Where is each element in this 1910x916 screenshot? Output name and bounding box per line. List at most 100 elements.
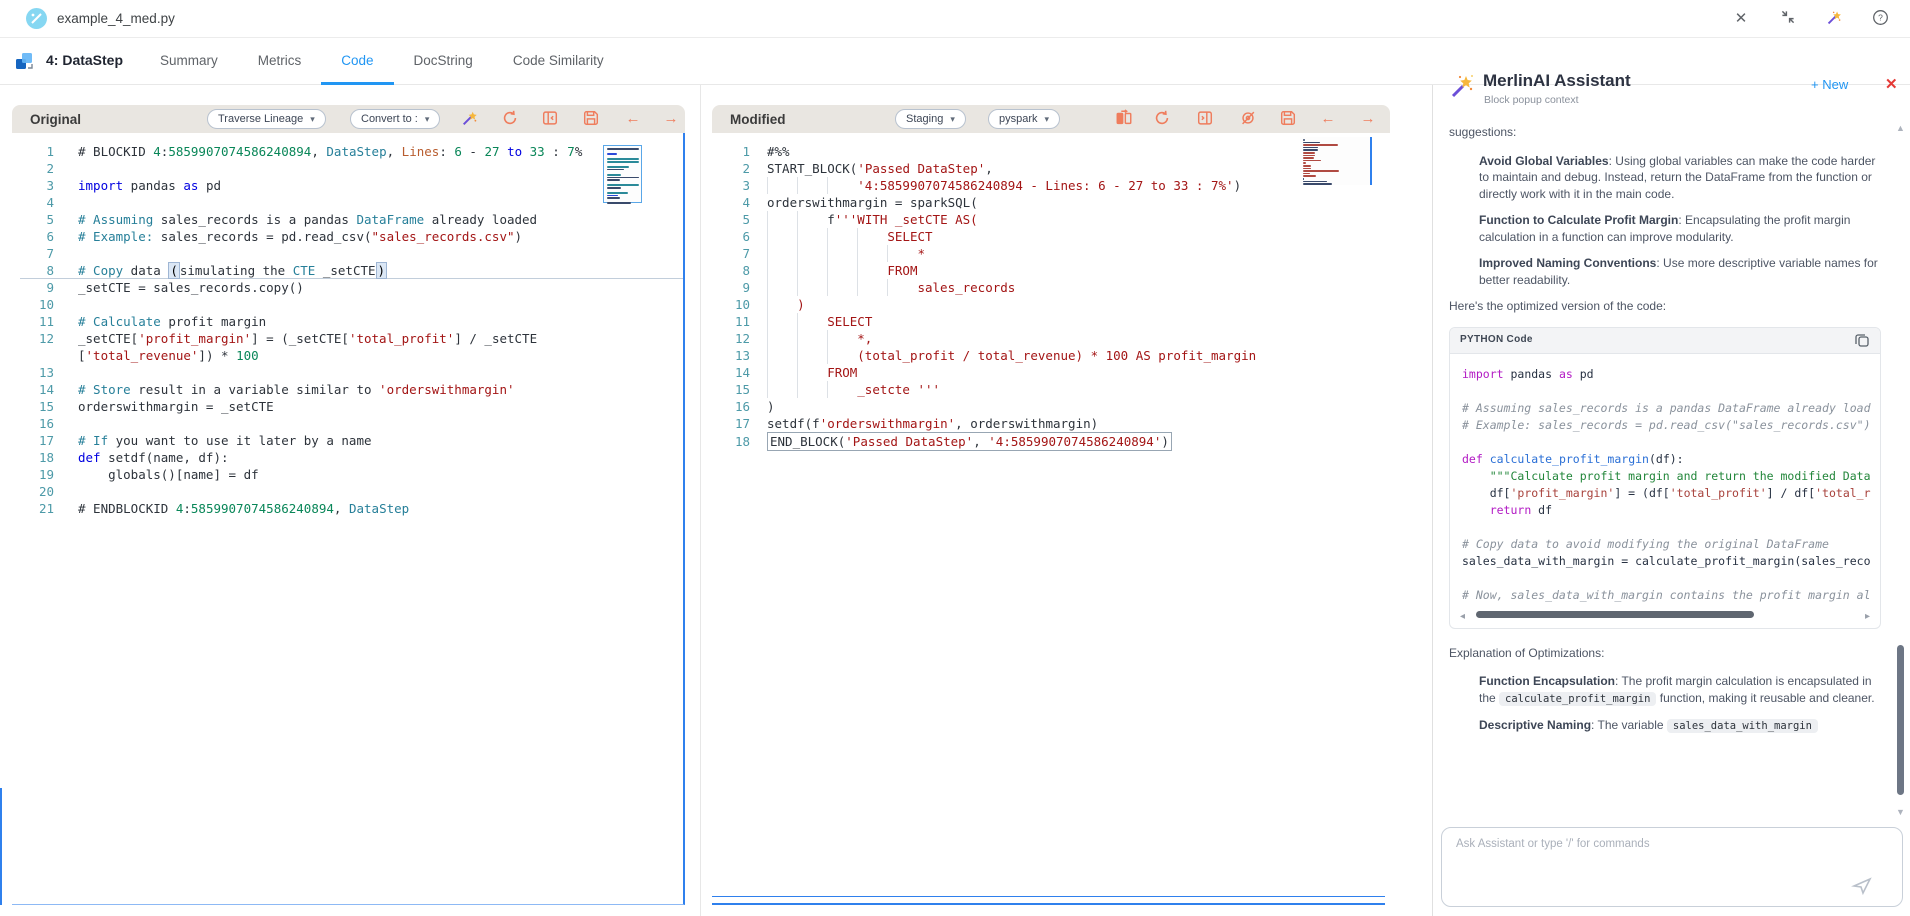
code-line: ['total_revenue']) * 100	[20, 347, 683, 364]
datastep-block-icon	[14, 51, 36, 73]
code-line: df['profit_margin'] = (df['total_profit'…	[1462, 485, 1880, 502]
restore-window-icon[interactable]	[1778, 9, 1798, 29]
close-assistant-icon[interactable]: ✕	[1885, 75, 1898, 93]
line-number: 16	[20, 415, 54, 432]
close-icon[interactable]: ✕	[1731, 9, 1751, 29]
tab-code-similarity[interactable]: Code Similarity	[493, 38, 624, 85]
line-number: 17	[20, 432, 54, 449]
code-line: # Now, sales_data_with_margin contains t…	[1462, 587, 1880, 604]
modified-panel-title: Modified	[730, 112, 786, 127]
copy-code-icon[interactable]	[1854, 332, 1870, 348]
send-icon[interactable]	[1851, 875, 1873, 897]
modified-code-editor[interactable]: 1#%%2START_BLOCK('Passed DataStep',3'4:5…	[712, 133, 1390, 905]
code-line: def calculate_profit_margin(df):	[1462, 451, 1880, 468]
code-line: 3'4:5859907074586240894 - Lines: 6 - 27 …	[720, 177, 1390, 194]
tab-metrics[interactable]: Metrics	[238, 38, 322, 85]
hscroll-right-icon[interactable]: ▸	[1865, 609, 1870, 626]
code-line: 17setdf(f'orderswithmargin', orderswithm…	[720, 415, 1390, 432]
code-line: """Calculate profit margin and return th…	[1462, 468, 1880, 485]
undo-arrow-icon[interactable]: ←	[1318, 109, 1338, 129]
undo-arrow-icon[interactable]: ←	[623, 109, 643, 129]
tab-docstring[interactable]: DocString	[394, 38, 493, 85]
left-edge-indicator	[0, 788, 2, 905]
code-line: # Example: sales_records = pd.read_csv("…	[1462, 417, 1880, 434]
code-line: 14FROM	[720, 364, 1390, 381]
code-line: 8FROM	[720, 262, 1390, 279]
line-number: 9	[720, 279, 750, 296]
assistant-input[interactable]	[1441, 827, 1903, 907]
code-line: 18END_BLOCK('Passed DataStep', '4:585990…	[720, 432, 1390, 449]
compare-icon[interactable]	[1114, 109, 1134, 129]
original-minimap[interactable]	[603, 145, 642, 203]
code-line: sales_data_with_margin = calculate_profi…	[1462, 553, 1880, 570]
code-line: 15_setcte '''	[720, 381, 1390, 398]
line-number: 17	[720, 415, 750, 432]
original-code-editor[interactable]: 1# BLOCKID 4:5859907074586240894, DataSt…	[12, 133, 685, 905]
refresh-icon[interactable]	[500, 109, 520, 129]
code-line: 9sales_records	[720, 279, 1390, 296]
line-number: 5	[720, 211, 750, 228]
sidebar-scrollbar-thumb[interactable]	[1897, 645, 1904, 795]
hide-diff-eye-icon[interactable]	[1238, 109, 1258, 129]
block-title: 4: DataStep	[46, 52, 123, 68]
suggestion-term: Improved Naming Conventions	[1479, 256, 1656, 270]
tab-summary[interactable]: Summary	[140, 38, 238, 85]
modified-minimap[interactable]	[1300, 137, 1372, 185]
new-chat-button[interactable]: + New	[1811, 77, 1848, 92]
hscroll-thumb[interactable]	[1476, 611, 1754, 618]
line-number: 18	[720, 433, 750, 450]
line-number: 12	[20, 330, 54, 347]
code-card-header: PYTHON Code	[1450, 328, 1880, 354]
line-number: 1	[720, 143, 750, 160]
scroll-up-icon[interactable]: ▲	[1896, 123, 1905, 133]
suggestion-term: Function to Calculate Profit Margin	[1479, 213, 1678, 227]
convert-to-label: Convert to :	[361, 113, 418, 125]
redo-arrow-icon[interactable]: →	[1358, 109, 1378, 129]
line-number: 14	[20, 381, 54, 398]
line-number: 6	[20, 228, 54, 245]
pyspark-label: pyspark	[999, 113, 1038, 125]
pyspark-dropdown[interactable]: pyspark ▾	[988, 109, 1060, 129]
tabs-group: Summary Metrics Code DocString Code Simi…	[140, 38, 624, 85]
caret-down-icon: ▾	[950, 114, 955, 125]
assistant-header: MerlinAI Assistant Block popup context +…	[1433, 85, 1910, 118]
line-number: 15	[20, 398, 54, 415]
code-horizontal-scrollbar[interactable]: ◂ ▸	[1464, 608, 1866, 622]
code-line: 16	[20, 415, 683, 432]
convert-to-dropdown[interactable]: Convert to : ▾	[350, 109, 440, 129]
line-number: 6	[720, 228, 750, 245]
magic-wand-icon[interactable]	[460, 109, 480, 129]
staging-dropdown[interactable]: Staging ▾	[895, 109, 966, 129]
refresh-icon[interactable]	[1152, 109, 1172, 129]
explanation-text: function, making it reusable and cleaner…	[1660, 691, 1875, 705]
explanation-term: Function Encapsulation	[1479, 674, 1615, 688]
magic-wand-icon[interactable]	[1824, 9, 1844, 29]
code-language-label: PYTHON Code	[1460, 332, 1533, 349]
traverse-lineage-dropdown[interactable]: Traverse Lineage ▾	[207, 109, 326, 129]
tab-code[interactable]: Code	[321, 38, 393, 85]
caret-down-icon: ▾	[310, 114, 315, 125]
line-number: 13	[720, 347, 750, 364]
modified-code-lines: 1#%%2START_BLOCK('Passed DataStep',3'4:5…	[720, 143, 1390, 449]
caret-down-icon: ▾	[1045, 114, 1050, 125]
scroll-down-icon[interactable]: ▼	[1896, 807, 1905, 817]
save-icon[interactable]	[1278, 109, 1298, 129]
line-number: 4	[20, 194, 54, 211]
code-line: 4orderswithmargin = sparkSQL(	[720, 194, 1390, 211]
code-line: 4	[20, 194, 683, 211]
line-number: 12	[720, 330, 750, 347]
original-panel-title: Original	[30, 112, 81, 127]
hscroll-left-icon[interactable]: ◂	[1460, 609, 1465, 626]
expand-panel-icon[interactable]	[1195, 109, 1215, 129]
collapse-panel-icon[interactable]	[540, 109, 560, 129]
code-line	[1462, 434, 1880, 451]
assistant-message-area[interactable]: suggestions: Avoid Global Variables: Usi…	[1433, 118, 1903, 822]
code-line: 3import pandas as pd	[20, 177, 683, 194]
code-line: 1#%%	[720, 143, 1390, 160]
line-number: 14	[720, 364, 750, 381]
redo-arrow-icon[interactable]: →	[661, 109, 681, 129]
help-icon[interactable]: ?	[1870, 9, 1890, 29]
save-icon[interactable]	[581, 109, 601, 129]
code-card-body[interactable]: import pandas as pd # Assuming sales_rec…	[1450, 354, 1880, 608]
svg-text:?: ?	[1878, 12, 1883, 22]
